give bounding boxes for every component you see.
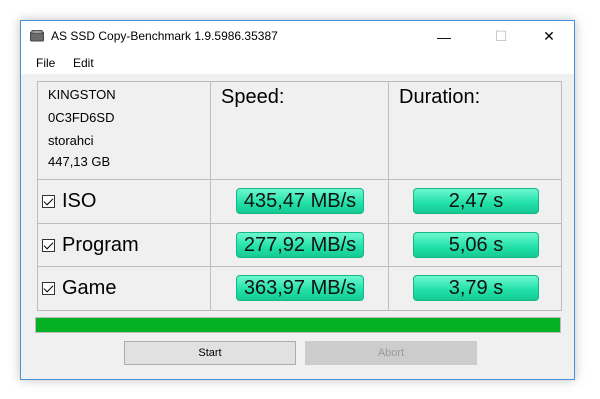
close-button[interactable]: ✕	[526, 21, 572, 52]
progress-bar	[35, 317, 561, 333]
program-speed: 277,92 MB/s	[236, 232, 364, 258]
game-duration: 3,79 s	[413, 275, 539, 301]
benchmark-window: AS SSD Copy-Benchmark 1.9.5986.35387 — ☐…	[20, 20, 575, 380]
iso-duration: 2,47 s	[413, 188, 539, 214]
game-label: Game	[62, 277, 117, 299]
drive-driver: storahci	[48, 133, 94, 148]
results-grid: KINGSTON 0C3FD6SD storahci 447,13 GB Spe…	[37, 81, 562, 311]
progress-fill	[36, 318, 560, 332]
start-button[interactable]: Start	[124, 341, 296, 365]
row-iso-duration-cell: 2,47 s	[389, 180, 561, 224]
iso-checkbox[interactable]	[42, 195, 55, 208]
close-icon: ✕	[543, 28, 555, 44]
drive-model: KINGSTON	[48, 87, 116, 102]
game-checkbox[interactable]	[42, 282, 55, 295]
row-program-speed-cell: 277,92 MB/s	[211, 224, 389, 267]
row-program-duration-cell: 5,06 s	[389, 224, 561, 267]
maximize-button[interactable]: ☐	[478, 21, 524, 52]
row-game-speed-cell: 363,97 MB/s	[211, 267, 389, 310]
drive-icon	[30, 30, 44, 42]
program-duration: 5,06 s	[413, 232, 539, 258]
window-title: AS SSD Copy-Benchmark 1.9.5986.35387	[51, 29, 278, 43]
game-speed: 363,97 MB/s	[236, 275, 364, 301]
game-toggle[interactable]: Game	[42, 267, 116, 310]
program-label: Program	[62, 233, 139, 256]
iso-label: ISO	[62, 190, 97, 212]
menu-bar: File Edit	[21, 52, 574, 74]
speed-header-cell: Speed:	[211, 82, 389, 180]
maximize-icon: ☐	[494, 28, 508, 44]
minimize-button[interactable]: —	[421, 21, 467, 52]
row-game-label-cell: Game	[38, 267, 211, 310]
drive-firmware: 0C3FD6SD	[48, 110, 115, 125]
row-iso-label-cell: ISO	[38, 180, 211, 224]
iso-toggle[interactable]: ISO	[42, 180, 96, 223]
speed-header: Speed:	[221, 86, 285, 108]
program-checkbox[interactable]	[42, 238, 55, 252]
minimize-icon: —	[437, 28, 451, 45]
row-iso-speed-cell: 435,47 MB/s	[211, 180, 389, 224]
row-game-duration-cell: 3,79 s	[389, 267, 561, 310]
abort-button: Abort	[305, 341, 477, 365]
duration-header-cell: Duration:	[389, 82, 561, 180]
drive-size: 447,13 GB	[48, 154, 111, 169]
menu-edit[interactable]: Edit	[73, 56, 94, 70]
menu-file[interactable]: File	[36, 56, 55, 70]
duration-header: Duration:	[399, 86, 481, 108]
program-toggle[interactable]: Program	[42, 224, 139, 266]
title-bar[interactable]: AS SSD Copy-Benchmark 1.9.5986.35387 — ☐…	[21, 21, 574, 52]
row-program-label-cell: Program	[38, 224, 211, 267]
iso-speed: 435,47 MB/s	[236, 188, 364, 214]
drive-info-panel: KINGSTON 0C3FD6SD storahci 447,13 GB	[38, 82, 211, 180]
